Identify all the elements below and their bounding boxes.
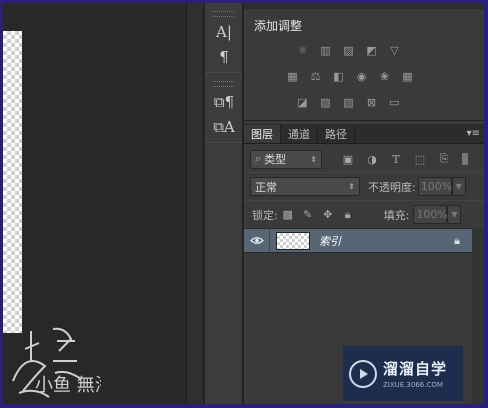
chevron-updown-icon: ⬍	[310, 154, 317, 164]
layer-row[interactable]: 索引 🔒︎	[244, 228, 472, 253]
curves-icon[interactable]: ▨	[340, 43, 357, 57]
hue-saturation-icon[interactable]: ▦	[284, 69, 301, 83]
svg-text:小鱼 無海: 小鱼 無海	[35, 375, 101, 396]
canvas-area[interactable]: 小鱼 無海	[3, 3, 186, 404]
character-panel-icon[interactable]: A|	[209, 21, 239, 43]
opacity-value: 100%	[420, 180, 453, 193]
lock-transparent-icon[interactable]: ▩	[280, 208, 296, 222]
layer-filter-select[interactable]: ⌕ 类型 ⬍	[250, 149, 322, 169]
layer-name[interactable]: 索引	[319, 233, 341, 249]
visibility-eye-icon[interactable]	[244, 228, 270, 253]
fill-input[interactable]: 100%	[413, 205, 448, 224]
layers-scrollbar[interactable]	[472, 228, 484, 404]
chevron-updown-icon: ⬍	[348, 182, 355, 191]
lock-position-icon[interactable]: ✥	[320, 208, 336, 222]
layer-thumbnail[interactable]	[276, 231, 310, 250]
photo-filter-icon[interactable]: ◉	[353, 69, 370, 83]
selective-color-icon[interactable]: ⊠	[363, 95, 380, 109]
adjustments-tabbar	[244, 3, 484, 9]
watermark-url: ZIXUE.3066.COM	[383, 381, 443, 389]
color-balance-icon[interactable]: ⚖	[307, 69, 324, 83]
gradient-map-icon[interactable]: ▭	[386, 95, 403, 109]
canvas-scroll-gutter[interactable]	[186, 3, 204, 404]
exposure-icon[interactable]: ◩	[363, 43, 380, 57]
filter-adjustment-icon[interactable]: ◑	[364, 152, 380, 166]
paragraph-styles-icon[interactable]: ⧉¶	[209, 91, 239, 113]
fill-label: 填充:	[383, 208, 410, 222]
blend-mode-value: 正常	[255, 180, 277, 194]
layer-lock-icon: 🔒︎	[454, 233, 460, 247]
panel-menu-icon[interactable]: ▾≡	[467, 128, 480, 139]
strip-divider	[205, 72, 242, 73]
tab-layers[interactable]: 图层	[244, 125, 281, 143]
vibrance-icon[interactable]: ▽	[386, 43, 403, 57]
color-lookup-icon[interactable]: ▦	[399, 69, 416, 83]
filter-type-label: 类型	[264, 153, 287, 166]
adjustments-title: 添加调整	[254, 19, 303, 33]
posterize-icon[interactable]: ▨	[317, 95, 334, 109]
watermark-badge: 溜溜自学 ZIXUE.3066.COM	[343, 346, 463, 401]
watermark-brand: 溜溜自学	[383, 360, 448, 378]
divider	[244, 172, 484, 173]
filter-smart-object-icon[interactable]: ⎘	[436, 152, 452, 166]
black-white-icon[interactable]: ◧	[330, 69, 347, 83]
invert-icon[interactable]: ◪	[294, 95, 311, 109]
levels-icon[interactable]: ▥	[317, 43, 334, 57]
dock-grip[interactable]	[213, 11, 234, 17]
strip-divider-2	[205, 142, 242, 143]
opacity-dropdown-button[interactable]: ▼	[451, 177, 466, 196]
search-icon: ⌕	[255, 152, 262, 165]
adjustments-panel: 添加调整 ☼ ▥ ▨ ◩ ▽ ▦ ⚖ ◧ ◉ ❀ ▦ ◪ ▨ ▨ ⊠ ▭	[244, 3, 484, 121]
filter-type-icon[interactable]: T	[388, 152, 404, 166]
right-panel-column: 添加调整 ☼ ▥ ▨ ◩ ▽ ▦ ⚖ ◧ ◉ ❀ ▦ ◪ ▨ ▨ ⊠ ▭ 图层 …	[244, 3, 484, 404]
character-styles-icon[interactable]: ⧉A	[209, 116, 239, 138]
threshold-icon[interactable]: ▨	[340, 95, 357, 109]
channel-mixer-icon[interactable]: ❀	[376, 69, 393, 83]
brightness-icon[interactable]: ☼	[294, 43, 311, 57]
fill-value: 100%	[416, 208, 448, 221]
dock-grip-2[interactable]	[213, 81, 234, 87]
lock-all-icon[interactable]: 🔒︎	[340, 208, 356, 222]
lock-image-icon[interactable]: ✎	[300, 208, 316, 222]
layers-tabbar: 图层 通道 路径 ▾≡	[244, 124, 484, 144]
filter-toggle[interactable]	[462, 153, 468, 165]
filter-pixel-icon[interactable]: ▣	[340, 152, 356, 166]
watermark-calligraphy: 小鱼 無海	[12, 327, 101, 398]
play-logo-icon	[349, 359, 377, 388]
chevron-down-icon: ▼	[455, 182, 462, 191]
opacity-label: 不透明度:	[368, 180, 416, 194]
chevron-down-icon: ▼	[451, 210, 458, 219]
tab-channels[interactable]: 通道	[281, 125, 318, 143]
lock-label: 锁定:	[252, 208, 278, 222]
document-canvas[interactable]	[3, 31, 22, 333]
blend-mode-select[interactable]: 正常 ⬍	[250, 177, 360, 196]
photoshop-window: 小鱼 無海 A| ¶ ⧉¶ ⧉A 添加调整 ☼ ▥ ▨ ◩ ▽ ▦ ⚖ ◧	[3, 3, 484, 404]
layers-panel: 图层 通道 路径 ▾≡ ⌕ 类型 ⬍ ▣ ◑ T ⬚ ⎘ 正常 ⬍ 不透明度: …	[244, 124, 484, 404]
divider	[244, 200, 484, 201]
opacity-input[interactable]: 100%	[417, 177, 453, 196]
panel-dock-strip: A| ¶ ⧉¶ ⧉A	[205, 3, 243, 404]
paragraph-panel-icon[interactable]: ¶	[209, 46, 239, 68]
fill-dropdown-button[interactable]: ▼	[447, 205, 462, 224]
tab-paths[interactable]: 路径	[318, 125, 355, 143]
filter-shape-icon[interactable]: ⬚	[412, 152, 428, 166]
